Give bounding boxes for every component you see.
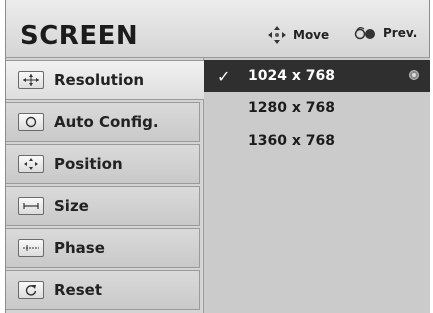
option-1280x768[interactable]: 1280 x 768 [204, 92, 430, 124]
prev-hint-label: Prev. [383, 26, 418, 40]
option-label: 1280 x 768 [248, 100, 335, 116]
reset-icon [18, 281, 44, 299]
sidebar: Resolution Auto Config. Position Size Ph… [6, 58, 204, 313]
position-icon [18, 155, 44, 173]
option-1024x768[interactable]: ✓ 1024 x 768 [204, 60, 430, 92]
sidebar-item-position[interactable]: Position [6, 144, 200, 184]
move-arrows-icon [268, 26, 286, 44]
move-hint: Move [268, 26, 329, 44]
sidebar-item-size[interactable]: Size [6, 186, 200, 226]
menu-header: SCREEN Move Prev. [6, 0, 429, 58]
resolution-options-panel: ✓ 1024 x 768 1280 x 768 1360 x 768 [203, 58, 430, 313]
option-1360x768[interactable]: 1360 x 768 [204, 125, 430, 157]
back-icon [354, 27, 375, 40]
sidebar-item-label: Size [54, 197, 89, 215]
sidebar-item-label: Auto Config. [54, 113, 159, 131]
page-title: SCREEN [20, 21, 139, 51]
move-hint-label: Move [293, 28, 330, 42]
sidebar-item-label: Resolution [54, 71, 145, 89]
sidebar-item-label: Reset [54, 281, 102, 299]
auto-config-icon [18, 113, 44, 131]
size-icon [18, 197, 44, 215]
sidebar-item-label: Phase [54, 239, 105, 257]
resolution-icon [18, 71, 44, 89]
prev-hint: Prev. [354, 26, 417, 40]
sidebar-item-resolution[interactable]: Resolution [6, 60, 204, 100]
sidebar-item-label: Position [54, 155, 123, 173]
sidebar-item-reset[interactable]: Reset [6, 270, 200, 310]
screen-osd-menu: SCREEN Move Prev. Resolution Auto Config… [5, 0, 430, 313]
sidebar-item-auto-config[interactable]: Auto Config. [6, 102, 200, 142]
sidebar-item-phase[interactable]: Phase [6, 228, 200, 268]
option-label: 1024 x 768 [248, 68, 335, 84]
radio-selected-icon [409, 70, 419, 80]
option-label: 1360 x 768 [248, 133, 335, 149]
phase-icon [18, 239, 44, 257]
checkmark-icon: ✓ [217, 66, 231, 86]
